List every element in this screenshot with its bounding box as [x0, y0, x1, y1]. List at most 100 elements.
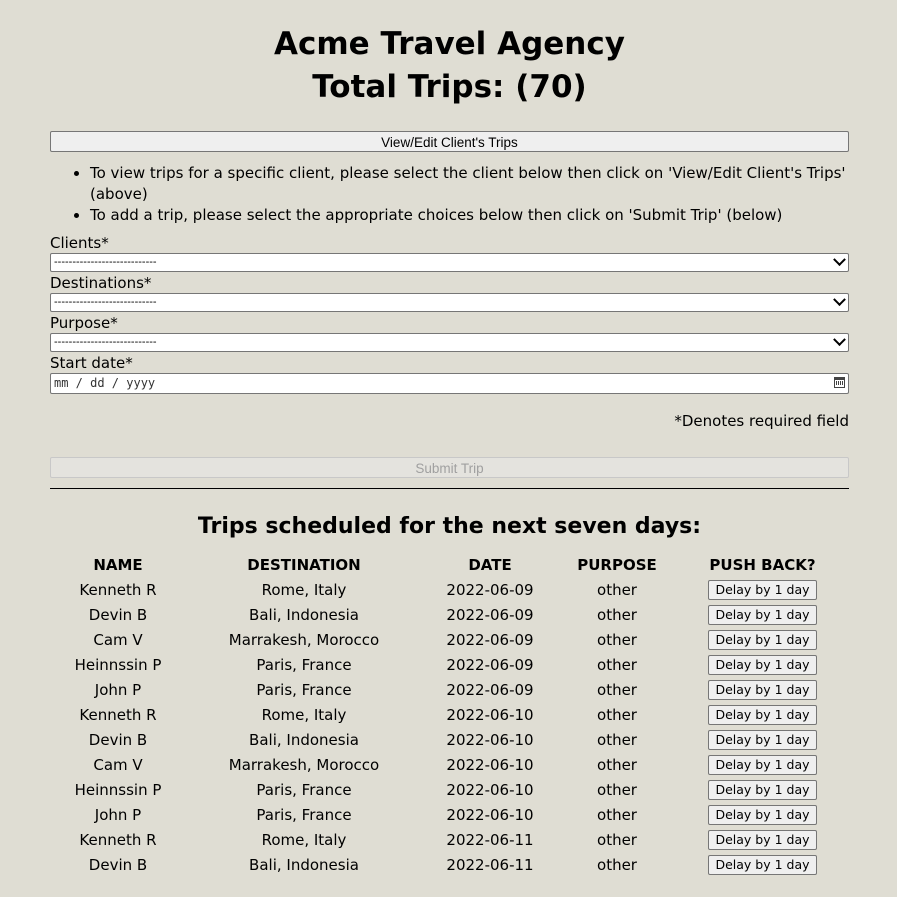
delay-by-1-day-button[interactable]: Delay by 1 day: [708, 629, 817, 650]
cell-date: 2022-06-10: [446, 755, 534, 774]
delay-by-1-day-button[interactable]: Delay by 1 day: [708, 804, 817, 825]
column-header-destination: DESTINATION: [247, 556, 361, 574]
chevron-down-icon: [833, 333, 846, 347]
total-trips-heading: Total Trips: (70): [312, 69, 587, 105]
table-row: Devin B Bali, Indonesia 2022-06-09 other Del…: [50, 602, 849, 627]
cell-destination: Rome, Italy: [261, 705, 347, 724]
cell-purpose: other: [597, 630, 637, 649]
cell-name: Heinnssin P: [74, 655, 162, 674]
cell-date: 2022-06-10: [446, 780, 534, 799]
chevron-down-icon: [833, 293, 846, 307]
table-row: Kenneth R Rome, Italy 2022-06-09 other Delay…: [50, 577, 849, 602]
cell-push-back: Delay by 1 day: [676, 577, 849, 602]
view-edit-client-trips-button[interactable]: View/Edit Client's Trips: [50, 131, 849, 152]
destinations-select-value: ----------------------------: [54, 296, 157, 308]
cell-name: Cam V: [93, 630, 143, 649]
cell-push-back: Delay by 1 day: [676, 627, 849, 652]
cell-destination: Bali, Indonesia: [249, 605, 359, 624]
cell-destination: Paris, France: [256, 805, 352, 824]
cell-destination: Paris, France: [256, 780, 352, 799]
table-row: Devin B Bali, Indonesia 2022-06-10 other Del…: [50, 727, 849, 752]
cell-date: 2022-06-10: [446, 805, 534, 824]
cell-purpose: other: [597, 655, 637, 674]
submit-trip-button[interactable]: Submit Trip: [50, 457, 849, 478]
cell-date: 2022-06-09: [446, 655, 534, 674]
start-date-placeholder: mm / dd / yyyy: [54, 376, 156, 390]
purpose-select[interactable]: ----------------------------: [50, 333, 849, 352]
cell-purpose: other: [597, 830, 637, 849]
delay-by-1-day-button[interactable]: Delay by 1 day: [708, 579, 817, 600]
table-row: John P Paris, France 2022-06-10 other Delay …: [50, 802, 849, 827]
table-row: John P Paris, France 2022-06-09 other Delay …: [50, 677, 849, 702]
cell-purpose: other: [597, 730, 637, 749]
cell-date: 2022-06-09: [446, 605, 534, 624]
clients-label: Clients*: [50, 234, 109, 252]
cell-date: 2022-06-09: [446, 630, 534, 649]
destinations-select[interactable]: ----------------------------: [50, 293, 849, 312]
cell-name: Kenneth R: [79, 580, 157, 599]
start-date-input[interactable]: mm / dd / yyyy: [50, 373, 849, 394]
cell-name: Devin B: [88, 855, 148, 874]
cell-destination: Marrakesh, Morocco: [228, 630, 380, 649]
cell-push-back: Delay by 1 day: [676, 852, 849, 877]
cell-purpose: other: [597, 705, 637, 724]
cell-destination: Rome, Italy: [261, 580, 347, 599]
delay-by-1-day-button[interactable]: Delay by 1 day: [708, 829, 817, 850]
cell-push-back: Delay by 1 day: [676, 802, 849, 827]
cell-name: John P: [94, 680, 142, 699]
calendar-icon[interactable]: [834, 377, 845, 388]
cell-name: Devin B: [88, 730, 148, 749]
column-header-date: DATE: [468, 556, 512, 574]
cell-push-back: Delay by 1 day: [676, 652, 849, 677]
column-header-push-back: PUSH BACK?: [709, 556, 816, 574]
page-content: Acme Travel Agency Total Trips: (70) Vie…: [50, 0, 849, 877]
cell-push-back: Delay by 1 day: [676, 752, 849, 777]
delay-by-1-day-button[interactable]: Delay by 1 day: [708, 604, 817, 625]
schedule-heading: Trips scheduled for the next seven days:: [197, 514, 702, 539]
table-row: Heinnssin P Paris, France 2022-06-09 other D…: [50, 652, 849, 677]
cell-purpose: other: [597, 805, 637, 824]
cell-date: 2022-06-09: [446, 580, 534, 599]
delay-by-1-day-button[interactable]: Delay by 1 day: [708, 679, 817, 700]
cell-purpose: other: [597, 780, 637, 799]
chevron-down-icon: [833, 253, 846, 267]
delay-by-1-day-button[interactable]: Delay by 1 day: [708, 754, 817, 775]
cell-date: 2022-06-10: [446, 730, 534, 749]
cell-name: Kenneth R: [79, 830, 157, 849]
table-row: Cam V Marrakesh, Morocco 2022-06-10 other De…: [50, 752, 849, 777]
delay-by-1-day-button[interactable]: Delay by 1 day: [708, 854, 817, 875]
cell-push-back: Delay by 1 day: [676, 677, 849, 702]
cell-purpose: other: [597, 580, 637, 599]
table-row: Cam V Marrakesh, Morocco 2022-06-09 other De…: [50, 627, 849, 652]
cell-push-back: Delay by 1 day: [676, 827, 849, 852]
delay-by-1-day-button[interactable]: Delay by 1 day: [708, 704, 817, 725]
cell-destination: Paris, France: [256, 655, 352, 674]
delay-by-1-day-button[interactable]: Delay by 1 day: [708, 654, 817, 675]
delay-by-1-day-button[interactable]: Delay by 1 day: [708, 779, 817, 800]
cell-name: Heinnssin P: [74, 780, 162, 799]
cell-date: 2022-06-11: [446, 830, 534, 849]
cell-name: Devin B: [88, 605, 148, 624]
column-header-purpose: PURPOSE: [577, 556, 657, 574]
cell-push-back: Delay by 1 day: [676, 702, 849, 727]
cell-purpose: other: [597, 755, 637, 774]
cell-destination: Bali, Indonesia: [249, 730, 359, 749]
cell-date: 2022-06-11: [446, 855, 534, 874]
delay-by-1-day-button[interactable]: Delay by 1 day: [708, 729, 817, 750]
cell-push-back: Delay by 1 day: [676, 602, 849, 627]
column-header-name: NAME: [93, 556, 143, 574]
cell-purpose: other: [597, 605, 637, 624]
cell-purpose: other: [597, 855, 637, 874]
cell-date: 2022-06-09: [446, 680, 534, 699]
table-row: Kenneth R Rome, Italy 2022-06-10 other Delay…: [50, 702, 849, 727]
trips-table: NAME DESTINATION DATE PURPOSE PUSH BACK?…: [50, 553, 849, 877]
clients-select-value: ----------------------------: [54, 256, 157, 268]
destinations-label: Destinations*: [50, 274, 152, 292]
cell-purpose: other: [597, 680, 637, 699]
required-field-note: *Denotes required field: [674, 412, 849, 430]
page-title: Acme Travel Agency: [274, 26, 625, 62]
purpose-select-value: ----------------------------: [54, 336, 157, 348]
purpose-label: Purpose*: [50, 314, 118, 332]
cell-destination: Paris, France: [256, 680, 352, 699]
clients-select[interactable]: ----------------------------: [50, 253, 849, 272]
